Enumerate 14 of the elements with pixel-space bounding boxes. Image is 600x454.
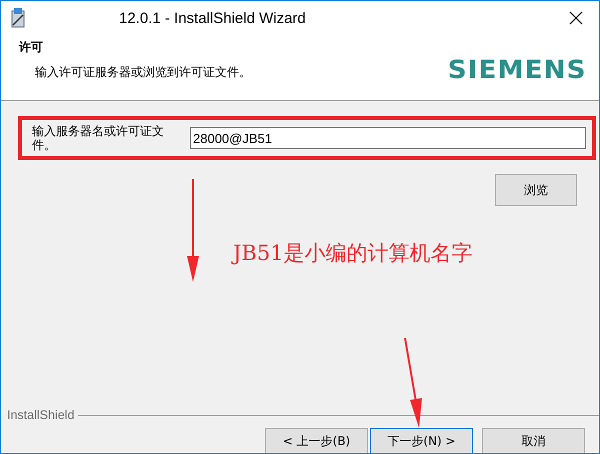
annotation-text: JB51是小编的计算机名字 (233, 240, 473, 267)
installer-icon (9, 7, 27, 29)
page-title: 许可 (19, 39, 44, 56)
browse-button[interactable]: 浏览 (495, 174, 577, 206)
field-label: 输入服务器名或许可证文件。 (32, 124, 165, 152)
brand-label: InstallShield (7, 408, 74, 422)
page-subtitle: 输入许可证服务器或浏览到许可证文件。 (34, 64, 251, 81)
wizard-button[interactable]: < 上一步(B) (265, 428, 368, 453)
wizard-button[interactable]: 取消 (482, 428, 585, 453)
window-title: 12.0.1 - InstallShield Wizard (119, 10, 306, 26)
logo: SIEMENS (447, 55, 586, 84)
close-icon[interactable] (569, 11, 583, 25)
wizard-button[interactable]: 下一步(N) > (370, 428, 473, 453)
license-input-field[interactable]: 28000@JB51 (190, 127, 586, 149)
